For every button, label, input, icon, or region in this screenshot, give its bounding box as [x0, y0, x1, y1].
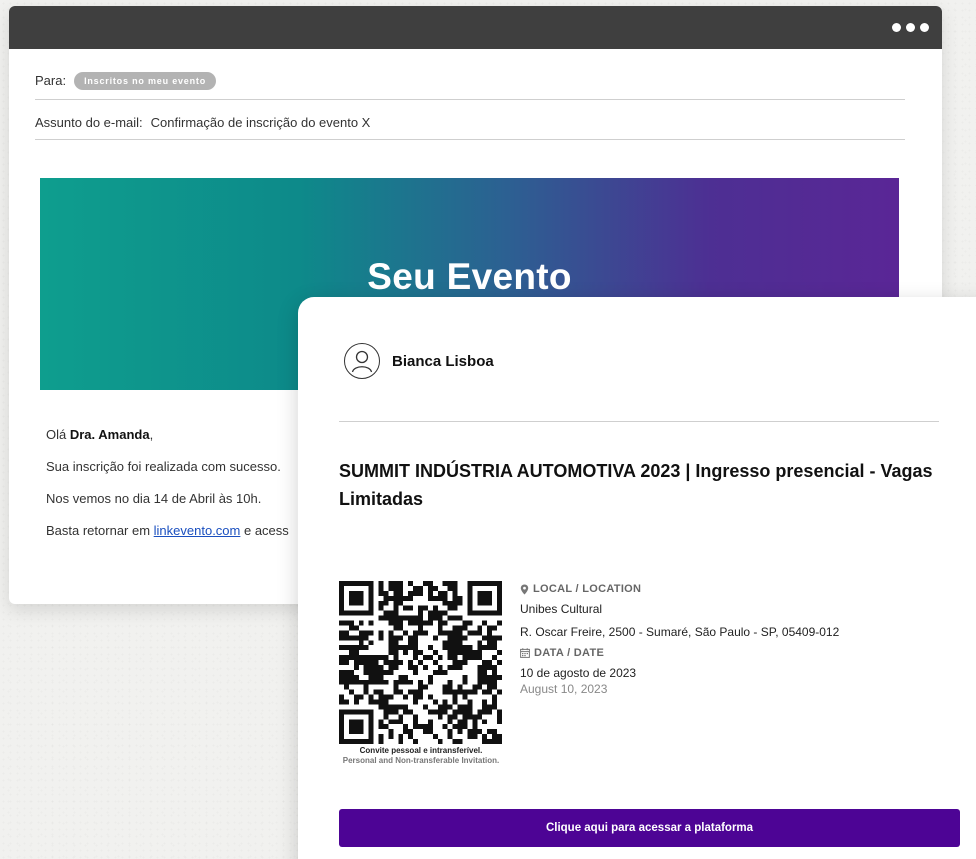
- subject-value[interactable]: Confirmação de inscrição do evento X: [151, 115, 371, 130]
- window-titlebar: [9, 6, 942, 49]
- ticket-user: Bianca Lisboa: [344, 343, 494, 379]
- qr-caption: Convite pessoal e intransferível. Person…: [336, 746, 506, 766]
- more-dots-icon[interactable]: [892, 23, 929, 32]
- body-line-2: Nos vemos no dia 14 de Abril às 10h.: [46, 491, 262, 506]
- location-address: R. Oscar Freire, 2500 - Sumaré, São Paul…: [520, 625, 840, 639]
- body-line-1: Sua inscrição foi realizada com sucesso.: [46, 459, 281, 474]
- date-heading: DATA / DATE: [520, 647, 839, 659]
- event-link[interactable]: linkevento.com: [154, 523, 241, 538]
- map-pin-icon: [520, 584, 529, 594]
- email-body: Olá Dra. Amanda, Sua inscrição foi reali…: [46, 426, 289, 554]
- user-name: Bianca Lisboa: [392, 352, 494, 370]
- to-label: Para:: [35, 73, 67, 88]
- divider: [339, 421, 939, 422]
- date-en: August 10, 2023: [520, 682, 608, 696]
- date-pt: 10 de agosto de 2023: [520, 666, 637, 680]
- greeting-name: Dra. Amanda: [69, 427, 150, 442]
- subject-field-row: Assunto do e-mail: Confirmação de inscri…: [35, 106, 905, 140]
- user-icon: [344, 343, 380, 379]
- greeting-line: Olá Dra. Amanda,: [46, 427, 154, 442]
- subject-label: Assunto do e-mail:: [35, 115, 143, 130]
- location-heading: LOCAL / LOCATION: [520, 583, 839, 595]
- qr-caption-en: Personal and Non-transferable Invitation…: [342, 756, 500, 765]
- recipient-chip[interactable]: Inscritos no meu evento: [74, 71, 216, 90]
- to-field-row: Para: Inscritos no meu evento: [35, 68, 905, 100]
- ticket-card: Bianca Lisboa SUMMIT INDÚSTRIA AUTOMOTIV…: [298, 297, 976, 859]
- body-line-3: Basta retornar em linkevento.com e acess: [46, 523, 289, 538]
- event-info: LOCAL / LOCATION Unibes Cultural R. Osca…: [520, 583, 839, 704]
- location-name: Unibes Cultural: [520, 602, 603, 616]
- calendar-icon: [520, 648, 530, 658]
- banner-title: Seu Evento: [367, 256, 572, 297]
- qr-caption-pt: Convite pessoal e intransferível.: [359, 746, 483, 755]
- qr-code: [339, 581, 502, 744]
- event-title: SUMMIT INDÚSTRIA AUTOMOTIVA 2023 | Ingre…: [339, 461, 933, 509]
- access-platform-button[interactable]: Clique aqui para acessar a plataforma: [339, 809, 960, 847]
